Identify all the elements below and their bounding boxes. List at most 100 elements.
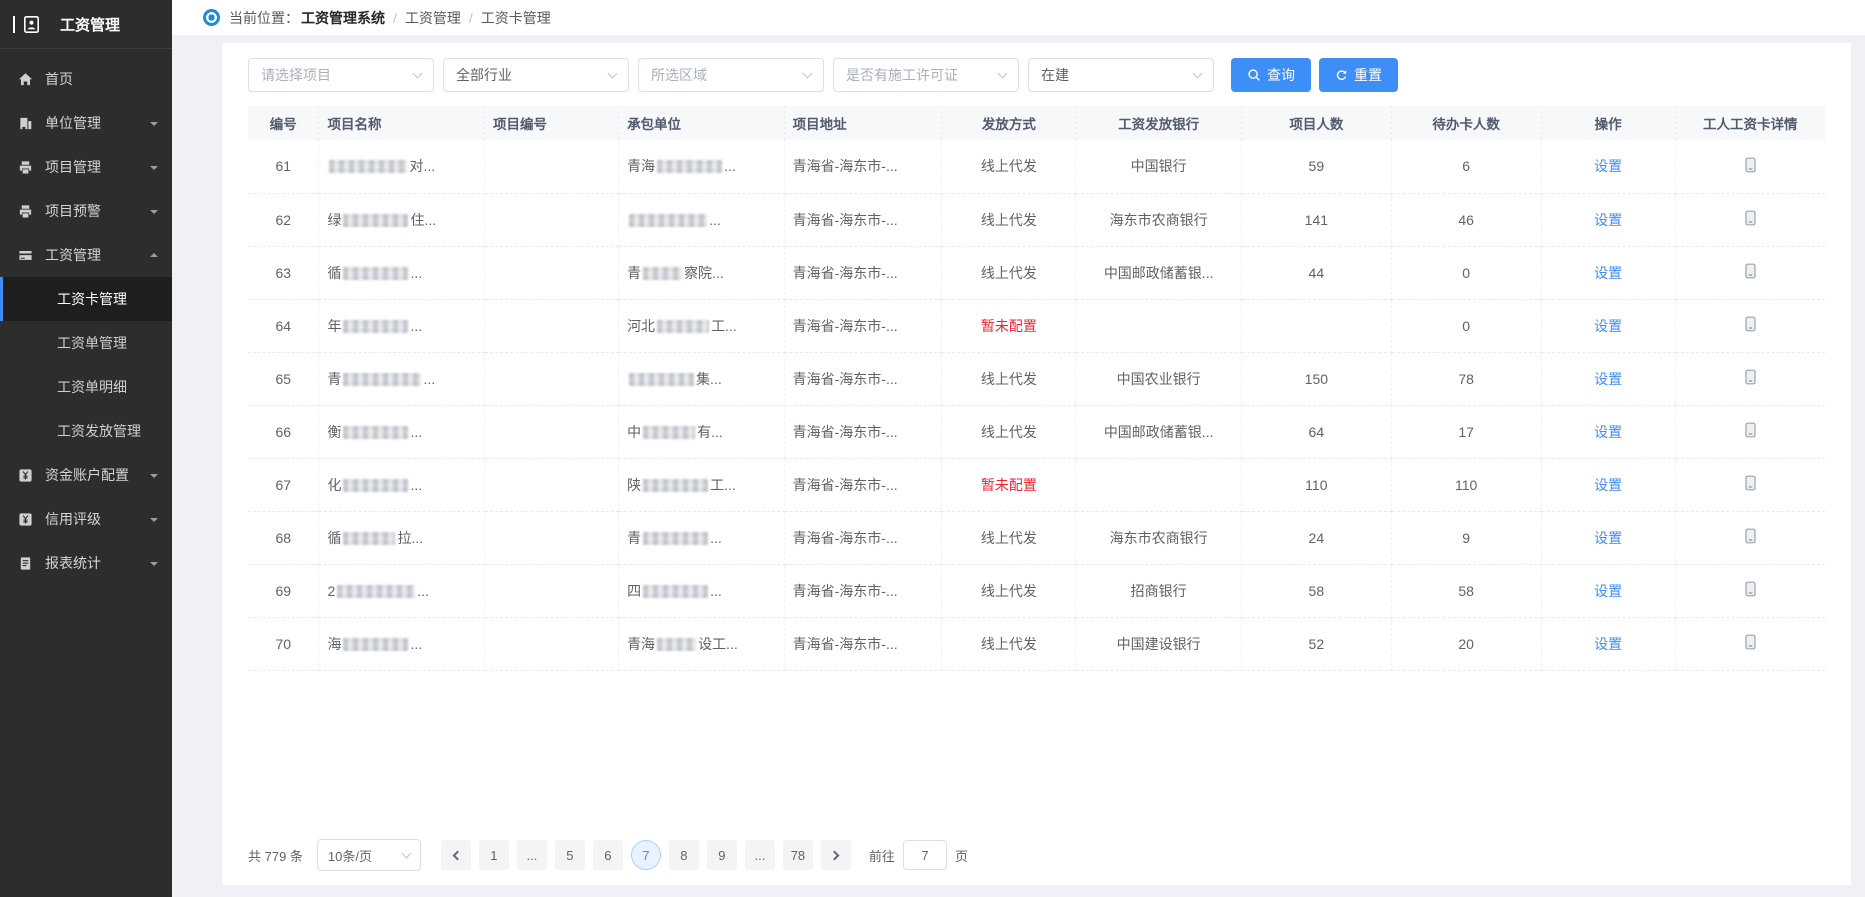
chevron-down-icon <box>150 562 158 570</box>
prev-page-button[interactable] <box>441 840 471 870</box>
worker-card-detail-button[interactable] <box>1741 473 1760 496</box>
sidebar-item-label: 项目预警 <box>45 201 146 221</box>
sidebar-item-label: 单位管理 <box>45 113 146 133</box>
visible-text: ... <box>710 530 722 546</box>
cell-contractor: 青海... <box>619 140 785 193</box>
cell-contractor: 中有... <box>619 405 785 458</box>
cell-id: 64 <box>248 299 319 352</box>
jump-page-input[interactable] <box>903 840 947 870</box>
column-header-id: 编号 <box>248 106 319 140</box>
sidebar-item-report-statistics[interactable]: 报表统计 <box>0 541 172 585</box>
worker-card-detail-button[interactable] <box>1741 632 1760 655</box>
worker-card-detail-button[interactable] <box>1741 208 1760 231</box>
reset-button[interactable]: 重置 <box>1319 58 1398 92</box>
blurred-text <box>343 214 408 227</box>
page-number-list: 1...56789...78 <box>475 840 817 870</box>
settings-link[interactable]: 设置 <box>1594 158 1622 174</box>
cell-method: 线上代发 <box>942 193 1076 246</box>
page-button-8[interactable]: 8 <box>669 840 699 870</box>
project-select[interactable]: 请选择项目 <box>248 58 434 92</box>
blurred-text <box>643 532 708 545</box>
location-pin-icon <box>203 9 220 26</box>
worker-card-detail-button[interactable] <box>1741 367 1760 390</box>
visible-text: ... <box>410 424 422 440</box>
worker-card-detail-button[interactable] <box>1741 314 1760 337</box>
content-card: 请选择项目全部行业所选区域是否有施工许可证在建 查询 <box>222 43 1851 885</box>
permit-select[interactable]: 是否有施工许可证 <box>833 58 1019 92</box>
app-window: 工资管理 首页单位管理项目管理项目预警工资管理工资卡管理工资单管理工资单明细工资… <box>0 0 1865 897</box>
visible-text: 青 <box>627 265 641 281</box>
page-button-5[interactable]: 5 <box>555 840 585 870</box>
logo-divider <box>13 16 15 33</box>
worker-card-detail-button[interactable] <box>1741 526 1760 549</box>
cell-id: 68 <box>248 511 319 564</box>
settings-link[interactable]: 设置 <box>1594 371 1622 387</box>
sidebar-item-project-management[interactable]: 项目管理 <box>0 145 172 189</box>
next-page-button[interactable] <box>821 840 851 870</box>
sidebar-item-payroll-detail[interactable]: 工资单明细 <box>0 365 172 409</box>
sidebar-item-salary-card-management[interactable]: 工资卡管理 <box>0 277 172 321</box>
table-row: 68循拉...青...青海省-海东市-...线上代发海东市农商银行249设置 <box>248 511 1825 564</box>
industry-select[interactable]: 全部行业 <box>443 58 629 92</box>
cell-address: 青海省-海东市-... <box>784 140 942 193</box>
sidebar-item-payroll-management[interactable]: 工资单管理 <box>0 321 172 365</box>
visible-text: 察院... <box>684 265 724 281</box>
cell-worker-card-detail <box>1675 193 1825 246</box>
blurred-text <box>329 160 407 173</box>
settings-link[interactable]: 设置 <box>1594 265 1622 281</box>
cell-bank: 海东市农商银行 <box>1076 511 1242 564</box>
column-header-contractor: 承包单位 <box>619 106 785 140</box>
method-status: 线上代发 <box>981 212 1037 228</box>
cell-action: 设置 <box>1541 405 1675 458</box>
settings-link[interactable]: 设置 <box>1594 530 1622 546</box>
cell-action: 设置 <box>1541 299 1675 352</box>
breadcrumb-item-salary-card-management[interactable]: 工资卡管理 <box>481 8 551 28</box>
settings-link[interactable]: 设置 <box>1594 636 1622 652</box>
page-button-78[interactable]: 78 <box>783 840 813 870</box>
chevron-down-icon <box>413 68 423 78</box>
visible-text: ... <box>724 158 736 174</box>
page-button-6[interactable]: 6 <box>593 840 623 870</box>
page-size-select[interactable]: 10条/页 <box>317 839 421 871</box>
worker-card-detail-button[interactable] <box>1741 579 1760 602</box>
sidebar-item-credit-rating[interactable]: 信用评级 <box>0 497 172 541</box>
settings-link[interactable]: 设置 <box>1594 477 1622 493</box>
page-ellipsis[interactable]: ... <box>517 840 547 870</box>
sidebar-item-salary-issue-management[interactable]: 工资发放管理 <box>0 409 172 453</box>
cell-pending-card-count: 9 <box>1391 511 1541 564</box>
settings-link[interactable]: 设置 <box>1594 583 1622 599</box>
page-button-1[interactable]: 1 <box>479 840 509 870</box>
app-logo: 工资管理 <box>0 0 172 49</box>
cell-method: 线上代发 <box>942 564 1076 617</box>
worker-card-detail-button[interactable] <box>1741 420 1760 443</box>
visible-text: 衡 <box>327 424 341 440</box>
sidebar-item-home[interactable]: 首页 <box>0 57 172 101</box>
sidebar-item-label: 信用评级 <box>45 509 146 529</box>
breadcrumb-item-salary-management[interactable]: 工资管理 <box>405 8 461 28</box>
sidebar-item-unit-management[interactable]: 单位管理 <box>0 101 172 145</box>
blurred-text <box>343 532 395 545</box>
chevron-down-icon <box>998 68 1008 78</box>
sidebar-item-fund-account-config[interactable]: 资金账户配置 <box>0 453 172 497</box>
visible-text: 住... <box>410 212 436 228</box>
cell-worker-card-detail <box>1675 511 1825 564</box>
sidebar-item-salary-management[interactable]: 工资管理 <box>0 233 172 277</box>
status-select[interactable]: 在建 <box>1028 58 1214 92</box>
cell-people-count: 58 <box>1241 564 1391 617</box>
cell-contractor: 四... <box>619 564 785 617</box>
breadcrumb-root[interactable]: 工资管理系统 <box>301 8 385 28</box>
settings-link[interactable]: 设置 <box>1594 212 1622 228</box>
page-button-7[interactable]: 7 <box>631 840 661 870</box>
cell-id: 65 <box>248 352 319 405</box>
page-button-9[interactable]: 9 <box>707 840 737 870</box>
settings-link[interactable]: 设置 <box>1594 318 1622 334</box>
sidebar-item-project-warning[interactable]: 项目预警 <box>0 189 172 233</box>
region-select[interactable]: 所选区域 <box>638 58 824 92</box>
worker-card-detail-button[interactable] <box>1741 155 1760 178</box>
cell-id: 66 <box>248 405 319 458</box>
search-button[interactable]: 查询 <box>1231 58 1311 92</box>
settings-link[interactable]: 设置 <box>1594 424 1622 440</box>
page-ellipsis[interactable]: ... <box>745 840 775 870</box>
worker-card-detail-button[interactable] <box>1741 261 1760 284</box>
detail-card-icon <box>1743 161 1758 176</box>
